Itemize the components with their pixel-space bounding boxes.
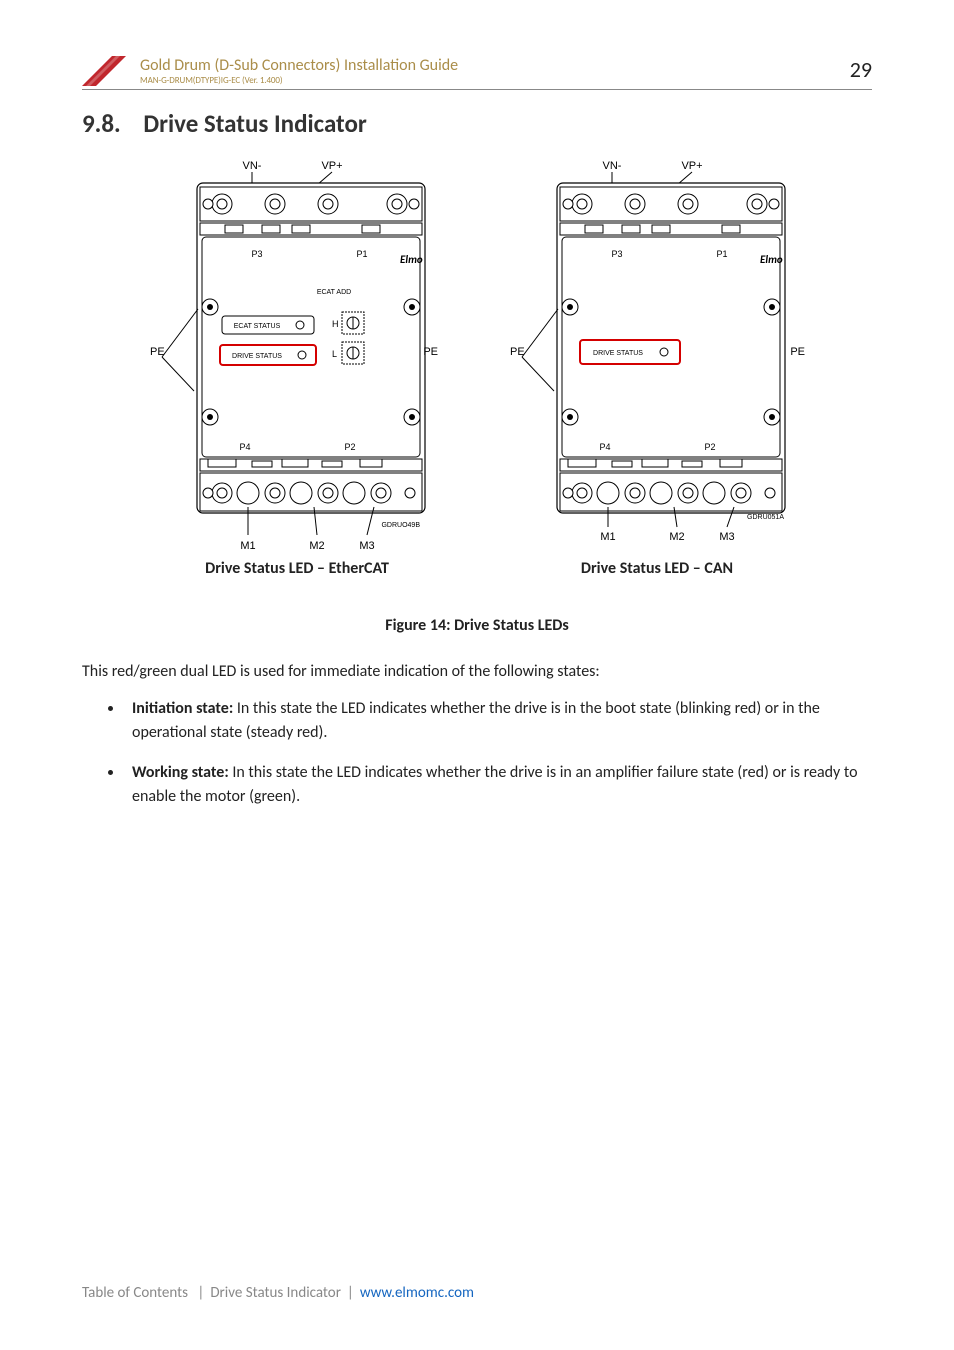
footer-separator: | (191, 1284, 210, 1302)
label-ecat-status: ECAT STATUS (234, 323, 281, 330)
bullet-list: Initiation state: In this state the LED … (124, 697, 872, 809)
label-ecat-add: ECAT ADD (317, 289, 351, 296)
label-elmo-r: Elmo (760, 253, 783, 266)
label-m1-r: M1 (600, 531, 615, 543)
figure-row: VN- VP+ (82, 157, 872, 578)
label-drive-status: DRIVE STATUS (232, 353, 282, 360)
footer-separator: | (341, 1284, 360, 1302)
label-p3: P3 (251, 249, 262, 259)
label-vn-minus: VN- (243, 160, 262, 172)
figure-left-column: VN- VP+ (142, 157, 452, 578)
label-m1: M1 (240, 540, 255, 552)
bullet-text: In this state the LED indicates whether … (132, 763, 858, 806)
label-pe-right: PE (423, 346, 438, 358)
label-m2: M2 (309, 540, 324, 552)
label-p4: P4 (239, 442, 250, 452)
label-p1-r: P1 (716, 249, 727, 259)
figure-main-caption: Figure 14: Drive Status LEDs (82, 616, 872, 635)
footer-toc[interactable]: Table of Contents (82, 1284, 188, 1302)
figure-left-caption: Drive Status LED – EtherCAT (205, 559, 389, 578)
bullet-item: Working state: In this state the LED ind… (124, 761, 872, 809)
section-heading: 9.8. Drive Status Indicator (82, 108, 872, 139)
page-footer: Table of Contents |Drive Status Indicato… (82, 1284, 872, 1302)
label-p3-r: P3 (611, 249, 622, 259)
header-text-block: Gold Drum (D-Sub Connectors) Installatio… (140, 56, 824, 86)
elmo-logo-icon (82, 56, 126, 86)
label-p4-r: P4 (599, 442, 610, 452)
bullet-lead: Working state: (132, 763, 229, 782)
footer-crumb: Drive Status Indicator (210, 1284, 341, 1302)
figure-right-caption: Drive Status LED – CAN (581, 559, 733, 578)
label-h: H (332, 319, 339, 329)
label-p2-r: P2 (704, 442, 715, 452)
label-l: L (332, 349, 337, 359)
intro-text: This red/green dual LED is used for imme… (82, 661, 872, 683)
figure-right-column: VN- VP+ PE (502, 157, 812, 578)
label-pe-right-r: PE (790, 346, 805, 358)
label-elmo: Elmo (400, 253, 423, 266)
label-vp-plus-r: VP+ (681, 160, 702, 172)
label-m2-r: M2 (669, 531, 684, 543)
label-p1: P1 (356, 249, 367, 259)
page-root: Gold Drum (D-Sub Connectors) Installatio… (0, 0, 954, 1350)
label-drive-status-r: DRIVE STATUS (593, 350, 643, 357)
label-gdru-left: GDRUO49B (381, 522, 420, 529)
bullet-text: In this state the LED indicates whether … (132, 699, 820, 742)
doc-title: Gold Drum (D-Sub Connectors) Installatio… (140, 56, 824, 75)
section-number: 9.8. (82, 108, 121, 139)
label-m3-r: M3 (719, 531, 734, 543)
page-number: 29 (850, 56, 872, 83)
section-title: Drive Status Indicator (143, 108, 367, 139)
diagram-can: VN- VP+ PE (502, 157, 812, 555)
bullet-lead: Initiation state: (132, 699, 233, 718)
page-header: Gold Drum (D-Sub Connectors) Installatio… (82, 56, 872, 90)
doc-id: MAN-G-DRUM(DTYPE)IG-EC (Ver. 1.400) (140, 75, 824, 86)
diagram-ethercat: VN- VP+ (142, 157, 452, 555)
label-gdru-right: GDRU051A (747, 514, 784, 521)
footer-url-link[interactable]: www.elmomc.com (360, 1284, 474, 1302)
label-m3: M3 (359, 540, 374, 552)
label-p2: P2 (344, 442, 355, 452)
label-vn-minus-r: VN- (603, 160, 622, 172)
label-vp-plus: VP+ (321, 160, 342, 172)
bullet-item: Initiation state: In this state the LED … (124, 697, 872, 745)
